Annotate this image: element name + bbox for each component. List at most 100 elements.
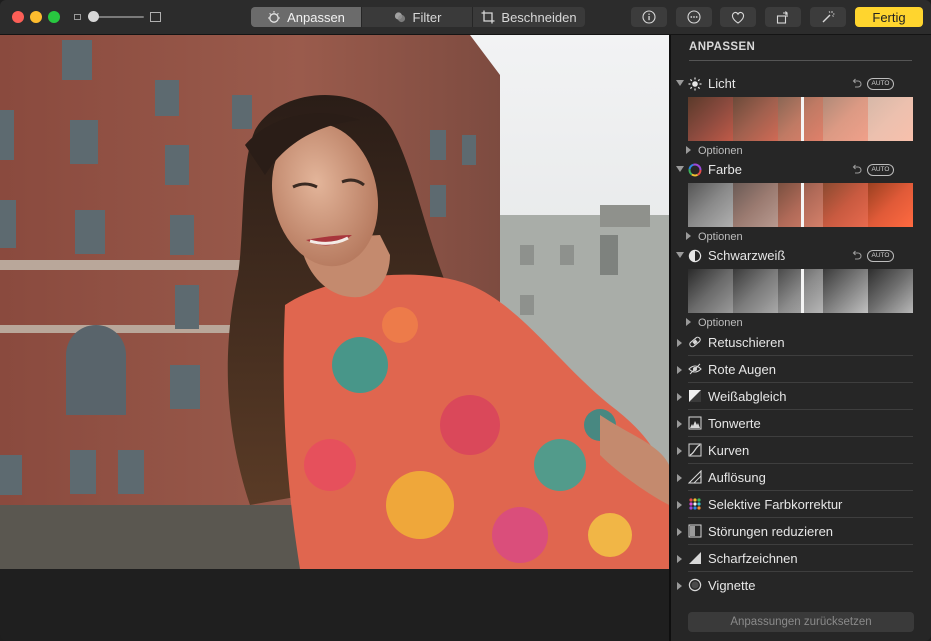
disclosure-closed-icon[interactable] xyxy=(677,366,682,374)
disclosure-closed-icon[interactable] xyxy=(677,501,682,509)
disclosure-open-icon[interactable] xyxy=(676,80,684,86)
section-licht-header[interactable]: Licht AUTO xyxy=(671,75,931,93)
adjust-row-tonwerte[interactable]: Tonwerte xyxy=(671,410,931,437)
filter-circles-icon xyxy=(394,12,405,23)
tab-beschneiden[interactable]: Beschneiden xyxy=(473,7,585,27)
edit-mode-tabs: Anpassen Filter Beschneiden xyxy=(251,7,585,27)
schwarzweiss-preview-strip[interactable] xyxy=(688,269,913,313)
tonwerte-label: Tonwerte xyxy=(708,416,761,431)
adjust-sidebar: ANPASSEN Licht AUTO Optionen Farbe AUTO … xyxy=(671,35,931,641)
more-button[interactable] xyxy=(676,7,712,27)
licht-preview-strip[interactable] xyxy=(688,97,913,141)
tab-anpassen[interactable]: Anpassen xyxy=(251,7,362,27)
levels-icon xyxy=(688,416,702,430)
favorite-button[interactable] xyxy=(720,7,756,27)
adjust-row-selektive-farbkorrektur[interactable]: Selektive Farbkorrektur xyxy=(671,491,931,518)
disclosure-closed-icon[interactable] xyxy=(677,393,682,401)
crop-icon xyxy=(481,10,495,24)
section-farbe-header[interactable]: Farbe AUTO xyxy=(671,161,931,179)
more-icon xyxy=(687,10,701,24)
slider-marker[interactable] xyxy=(801,183,804,227)
photos-edit-window: Anpassen Filter Beschneiden Fertig ANPAS… xyxy=(0,0,931,641)
schwarzweiss-options-label: Optionen xyxy=(698,317,743,329)
info-button[interactable] xyxy=(631,7,667,27)
tab-filter[interactable]: Filter xyxy=(362,7,473,27)
reset-adjustments-button[interactable]: Anpassungen zurücksetzen xyxy=(688,612,914,632)
selective-color-icon xyxy=(689,498,701,510)
enhance-button[interactable] xyxy=(810,7,846,27)
section-licht-label: Licht xyxy=(708,76,736,91)
minimize-window-button[interactable] xyxy=(30,11,42,23)
licht-options-label: Optionen xyxy=(698,145,743,157)
edited-photo[interactable] xyxy=(0,35,669,569)
revert-icon[interactable] xyxy=(851,78,862,89)
bandage-icon xyxy=(689,336,701,348)
sidebar-title: ANPASSEN xyxy=(689,41,756,53)
auto-button[interactable]: AUTO xyxy=(867,250,894,262)
noise-icon xyxy=(688,524,702,538)
revert-icon[interactable] xyxy=(851,250,862,261)
adjust-row-stoerungen-reduzieren[interactable]: Störungen reduzieren xyxy=(671,518,931,545)
scharfzeichnen-label: Scharfzeichnen xyxy=(708,551,798,566)
tab-filter-label: Filter xyxy=(412,9,442,25)
farbe-preview-strip[interactable] xyxy=(688,183,913,227)
close-window-button[interactable] xyxy=(12,11,24,23)
slider-marker[interactable] xyxy=(801,97,804,141)
selektive-farbkorrektur-label: Selektive Farbkorrektur xyxy=(708,497,843,512)
sun-icon xyxy=(688,77,702,91)
farbe-options-label: Optionen xyxy=(698,231,743,243)
disclosure-closed-icon[interactable] xyxy=(677,555,682,563)
slider-marker[interactable] xyxy=(801,269,804,313)
adjust-row-vignette[interactable]: Vignette xyxy=(671,572,931,599)
aufloesung-label: Auflösung xyxy=(708,470,766,485)
adjust-row-weissabgleich[interactable]: Weißabgleich xyxy=(671,383,931,410)
section-schwarzweiss-label: Schwarzweiß xyxy=(708,248,786,263)
schwarzweiss-options-toggle[interactable]: Optionen xyxy=(686,317,743,329)
white-balance-icon xyxy=(689,390,701,402)
tab-beschneiden-label: Beschneiden xyxy=(501,9,577,25)
disclosure-closed-icon[interactable] xyxy=(677,474,682,482)
sharpen-icon xyxy=(689,552,701,564)
adjust-row-kurven[interactable]: Kurven xyxy=(671,437,931,464)
zoom-slider-knob[interactable] xyxy=(88,11,99,22)
section-schwarzweiss-header[interactable]: Schwarzweiß AUTO xyxy=(671,247,931,265)
disclosure-closed-icon[interactable] xyxy=(677,447,682,455)
licht-options-toggle[interactable]: Optionen xyxy=(686,145,743,157)
weissabgleich-label: Weißabgleich xyxy=(708,389,787,404)
disclosure-closed-icon[interactable] xyxy=(677,420,682,428)
info-icon xyxy=(642,10,656,24)
adjust-dial-icon xyxy=(268,11,281,23)
adjust-row-retuschieren[interactable]: Retuschieren xyxy=(671,329,931,356)
disclosure-closed-icon[interactable] xyxy=(677,582,682,590)
rote-augen-label: Rote Augen xyxy=(708,362,776,377)
zoom-slider[interactable] xyxy=(74,11,162,23)
curves-icon xyxy=(688,443,702,457)
toolbar: Anpassen Filter Beschneiden Fertig xyxy=(0,0,931,35)
magic-wand-icon xyxy=(822,11,835,23)
small-image-icon xyxy=(74,14,81,20)
auto-button[interactable]: AUTO xyxy=(867,164,894,176)
adjust-row-aufloesung[interactable]: Auflösung xyxy=(671,464,931,491)
disclosure-open-icon[interactable] xyxy=(676,252,684,258)
eye-icon xyxy=(688,363,702,375)
fullscreen-window-button[interactable] xyxy=(48,11,60,23)
rotate-icon xyxy=(776,11,788,24)
farbe-options-toggle[interactable]: Optionen xyxy=(686,231,743,243)
section-farbe-label: Farbe xyxy=(708,162,742,177)
revert-icon[interactable] xyxy=(851,164,862,175)
adjust-row-scharfzeichnen[interactable]: Scharfzeichnen xyxy=(671,545,931,572)
adjust-row-rote-augen[interactable]: Rote Augen xyxy=(671,356,931,383)
definition-icon xyxy=(688,470,702,484)
color-wheel-icon xyxy=(688,163,702,177)
disclosure-closed-icon[interactable] xyxy=(677,339,682,347)
portrait-photo-image xyxy=(0,35,669,569)
disclosure-closed-icon[interactable] xyxy=(677,528,682,536)
tab-anpassen-label: Anpassen xyxy=(287,9,345,25)
auto-button[interactable]: AUTO xyxy=(867,78,894,90)
half-circle-icon xyxy=(688,249,702,263)
disclosure-open-icon[interactable] xyxy=(676,166,684,172)
rotate-button[interactable] xyxy=(765,7,801,27)
vignette-label: Vignette xyxy=(708,578,756,593)
done-button[interactable]: Fertig xyxy=(855,7,923,27)
heart-icon xyxy=(731,11,745,24)
